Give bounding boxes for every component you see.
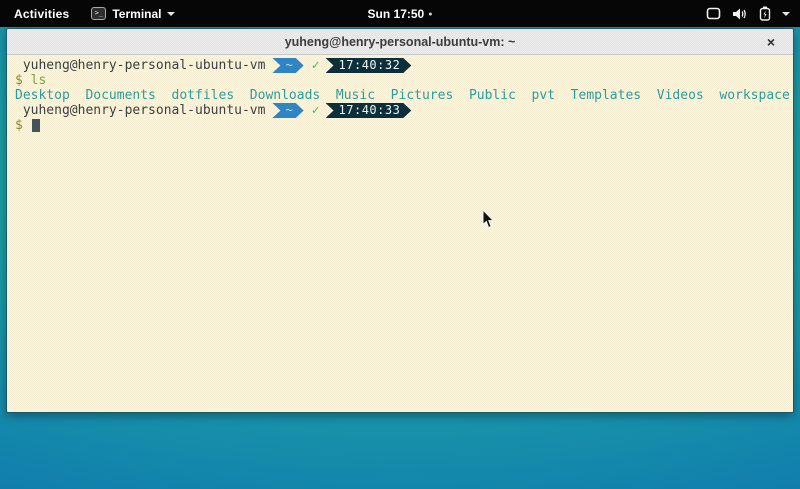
tray-chevron-down-icon bbox=[782, 12, 790, 16]
directory-name: workspace bbox=[719, 88, 789, 103]
typed-command: ls bbox=[31, 73, 47, 88]
directory-name: pvt bbox=[532, 88, 555, 103]
clock-button[interactable]: Sun 17:50 bbox=[368, 7, 425, 21]
prompt-line: yuheng@henry-personal-ubuntu-vm ~ ✓ 17:4… bbox=[15, 103, 791, 118]
prompt-user-host: yuheng@henry-personal-ubuntu-vm bbox=[15, 103, 265, 118]
terminal-screen[interactable]: yuheng@henry-personal-ubuntu-vm ~ ✓ 17:4… bbox=[7, 55, 793, 412]
directory-name: Documents bbox=[85, 88, 155, 103]
app-menu-label: Terminal bbox=[112, 7, 161, 21]
terminal-app-menu[interactable]: >_ Terminal bbox=[91, 7, 175, 21]
command-line: $ ls bbox=[15, 73, 791, 88]
prompt-line: yuheng@henry-personal-ubuntu-vm ~ ✓ 17:4… bbox=[15, 58, 791, 73]
chevron-down-icon bbox=[167, 12, 175, 16]
directory-name: Music bbox=[336, 88, 375, 103]
display-icon bbox=[706, 7, 721, 20]
input-line: $ bbox=[15, 118, 791, 133]
directory-name: Pictures bbox=[391, 88, 454, 103]
spacer bbox=[23, 118, 31, 133]
prompt-time-segment: 17:40:33 bbox=[326, 103, 412, 118]
directory-name: Downloads bbox=[250, 88, 320, 103]
terminal-cursor bbox=[32, 119, 40, 132]
prompt-status-check-icon: ✓ bbox=[312, 103, 320, 118]
prompt-time-segment: 17:40:32 bbox=[326, 58, 412, 73]
directory-name: Templates bbox=[571, 88, 641, 103]
prompt-symbol: $ bbox=[15, 73, 23, 88]
volume-icon bbox=[732, 7, 748, 21]
terminal-window: yuheng@henry-personal-ubuntu-vm: ~ × yuh… bbox=[6, 28, 794, 413]
prompt-user-host: yuheng@henry-personal-ubuntu-vm bbox=[15, 58, 265, 73]
activities-button[interactable]: Activities bbox=[10, 5, 73, 23]
top-bar: Activities >_ Terminal Sun 17:50 ● bbox=[0, 0, 800, 27]
ls-output-line: Desktop Documents dotfiles Downloads Music Pi… bbox=[15, 88, 791, 103]
directory-name: dotfiles bbox=[172, 88, 235, 103]
directory-name: Desktop bbox=[15, 88, 70, 103]
prompt-cwd-segment: ~ bbox=[272, 103, 303, 118]
window-titlebar[interactable]: yuheng@henry-personal-ubuntu-vm: ~ × bbox=[7, 29, 793, 55]
directory-name: Videos bbox=[657, 88, 704, 103]
prompt-status-check-icon: ✓ bbox=[312, 58, 320, 73]
notification-dot-icon: ● bbox=[428, 11, 432, 18]
terminal-icon: >_ bbox=[91, 7, 106, 20]
mouse-pointer-icon bbox=[482, 210, 495, 229]
system-tray-button[interactable] bbox=[706, 6, 800, 21]
close-button[interactable]: × bbox=[763, 29, 779, 55]
prompt-cwd-segment: ~ bbox=[272, 58, 303, 73]
battery-charging-icon bbox=[759, 6, 771, 21]
window-title: yuheng@henry-personal-ubuntu-vm: ~ bbox=[285, 35, 516, 49]
directory-name: Public bbox=[469, 88, 516, 103]
top-bar-left: Activities >_ Terminal bbox=[0, 5, 175, 23]
spacer bbox=[23, 73, 31, 88]
prompt-symbol: $ bbox=[15, 118, 23, 133]
